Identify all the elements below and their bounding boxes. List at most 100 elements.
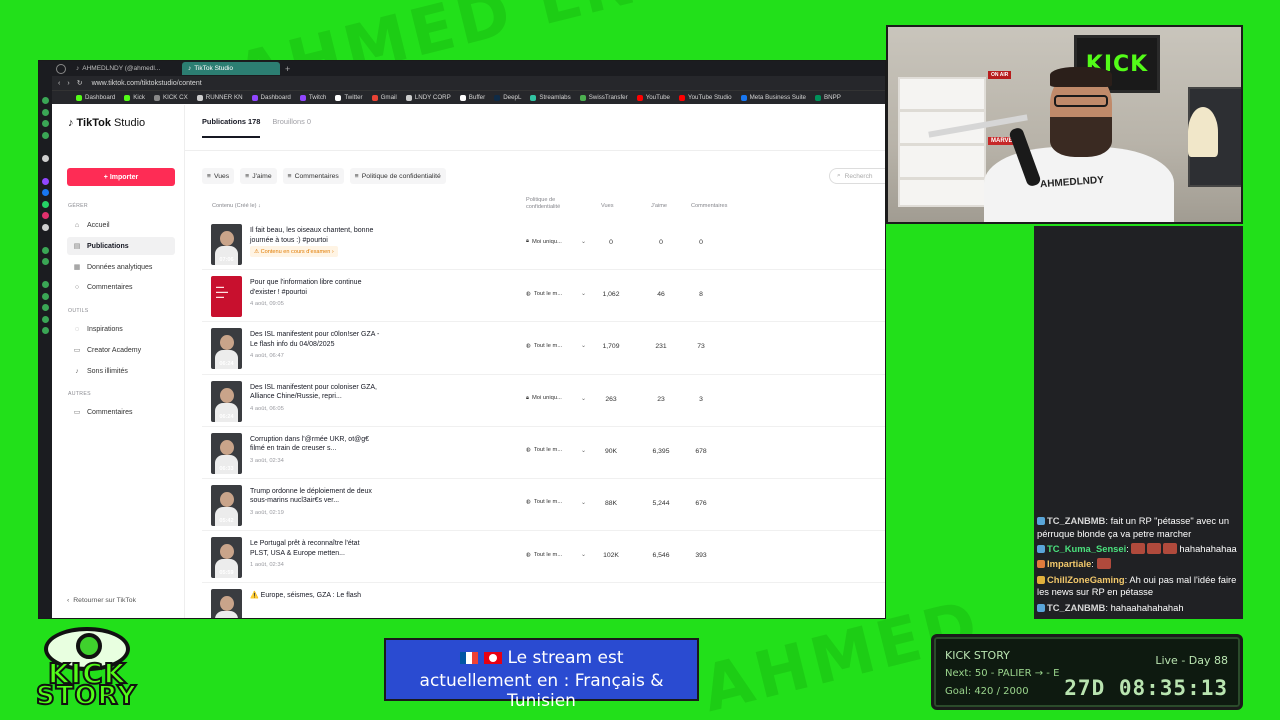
video-thumbnail[interactable]: 06:33 [211,432,242,474]
filter-commentaires[interactable]: ≡ Commentaires [282,168,344,184]
bookmark-item[interactable]: Twitch [299,94,326,101]
review-status-badge[interactable]: ⚠ Contenu en cours d'examen › [250,246,338,257]
video-thumbnail[interactable]: ▬▬ ▬▬▬ ▬▬ [211,276,242,318]
bookmark-item[interactable]: Gmail [371,94,397,101]
table-row[interactable]: ⚠️ Europe, séismes, GZA : Le flash [202,583,885,618]
tab-brouillons[interactable]: Brouillons 0 [272,117,311,138]
back-to-tiktok-link[interactable]: ‹ Retourner sur TikTok [67,597,136,604]
video-title[interactable]: Des ISL manifestent pour c0lon!ser GZA -… [250,330,380,349]
bookmark-item[interactable]: SwissTransfer [579,94,628,101]
app-icon[interactable] [42,258,49,265]
table-row[interactable]: 05:42 Trump ordonne le déploiement de deu… [202,479,885,532]
app-icon[interactable] [42,97,49,104]
new-tab-button[interactable]: + [280,64,295,74]
table-row[interactable]: ▬▬ ▬▬▬ ▬▬ Pour que l'information libre cont… [202,270,885,323]
privacy-select[interactable]: 🔒︎ Moi uniqu... ⌄ [526,238,586,245]
app-icon[interactable] [42,281,49,288]
tab-menu-icon[interactable] [56,63,66,74]
bookmark-item[interactable]: Kick [124,94,145,101]
bookmark-item[interactable]: Dashboard [76,94,115,101]
app-icon[interactable] [42,108,49,116]
search-input[interactable]: ⌕ Recherch [829,168,885,184]
filter-jaime[interactable]: ≡ J'aime [240,168,277,184]
bookmark-item[interactable]: Dashboard [251,94,291,101]
video-thumbnail[interactable]: 05:59 [211,537,242,579]
bookmark-item[interactable]: Buffer [459,94,485,101]
privacy-select[interactable]: 🔒︎ Moi uniqu... ⌄ [526,395,586,402]
bookmark-item[interactable]: KICK CX [153,94,188,101]
bookmark-item[interactable]: RUNNER KN [196,94,243,101]
bookmark-item[interactable]: DeepL [494,94,521,101]
privacy-select[interactable]: ◍ Tout le m... ⌄ [526,290,586,298]
video-title[interactable]: Des ISL manifestent pour coloniser GZA, … [250,383,380,402]
bookmark-item[interactable]: Meta Business Suite [740,94,806,101]
privacy-select[interactable]: ◍ Tout le m... ⌄ [526,551,586,559]
tab-tiktok-studio[interactable]: ♪ TikTok Studio [182,62,280,75]
sidebar-item-publications[interactable]: ▤ Publications [67,237,175,255]
sidebar-item-commentaires-autres[interactable]: ▭ Commentaires [67,403,175,421]
app-icon[interactable] [42,131,49,139]
whatsapp-icon[interactable] [42,200,49,208]
bookmark-item[interactable]: YouTube Studio [679,94,732,101]
history-icon[interactable] [42,304,49,311]
video-thumbnail[interactable]: 06:24 [211,328,242,370]
video-title[interactable]: Le Portugal prêt à reconnaître l'état PL… [250,539,380,558]
tiktok-studio-logo[interactable]: ♪ TikTok Studio [68,117,145,129]
app-icon[interactable] [42,246,49,254]
reload-icon[interactable]: ↻ [77,79,83,87]
table-row[interactable]: 07:06 Il fait beau, les oiseaux chantent,… [202,218,885,271]
app-icon[interactable] [42,120,49,127]
column-likes[interactable]: J'aime [651,203,667,209]
app-icon[interactable] [42,154,49,162]
sidebar-item-sons[interactable]: ♪ Sons illimités [67,362,175,380]
video-thumbnail[interactable]: 05:42 [211,484,242,526]
app-icon[interactable] [42,292,49,300]
bookmark-item[interactable]: Streamlabs [530,94,571,101]
column-views[interactable]: Vues [601,203,614,209]
privacy-select[interactable]: ◍ Tout le m... ⌄ [526,342,586,350]
sidebar-item-commentaires[interactable]: ○ Commentaires [67,278,175,296]
chat-username[interactable]: ChillZoneGaming [1047,574,1125,585]
video-title[interactable]: Trump ordonne le déploiement de deux sou… [250,487,380,506]
table-row[interactable]: 06:24 Des ISL manifestent pour c0lon!ser … [202,322,885,375]
twitch-icon[interactable] [42,177,49,185]
privacy-select[interactable]: ◍ Tout le m... ⌄ [526,447,586,454]
sidebar-item-inspirations[interactable]: ◌ Inspirations [67,320,175,338]
chat-username[interactable]: TC_ZANBMB [1047,602,1105,613]
video-thumbnail[interactable] [211,589,242,618]
tab-ahmedlndy[interactable]: ♪ AHMEDLNDY (@ahmedl... [70,62,182,75]
sidebar-item-analytics[interactable]: ▦ Données analytiques [67,258,175,276]
tab-publications[interactable]: Publications 178 [202,117,261,138]
video-title[interactable]: Il fait beau, les oiseaux chantent, bonn… [250,226,380,245]
sidebar-item-creator-academy[interactable]: ▭ Creator Academy [67,341,175,359]
video-title[interactable]: ⚠️ Europe, séismes, GZA : Le flash [250,591,380,601]
bookmark-item[interactable]: LNDY CORP [405,94,451,101]
chat-username[interactable]: TC_Kuma_Sensei [1047,543,1126,554]
instagram-icon[interactable] [42,212,49,219]
table-row[interactable]: 06:33 Corruption dans l'@rmée UKR, ot@g€ … [202,427,885,479]
video-title[interactable]: Corruption dans l'@rmée UKR, ot@g€ filmé… [250,435,380,454]
table-row[interactable]: 06:24 Des ISL manifestent pour coloniser … [202,375,885,427]
forward-icon[interactable]: › [67,80,69,87]
sidebar-item-accueil[interactable]: ⌂ Accueil [67,216,175,234]
video-title[interactable]: Pour que l'information libre continue d'… [250,278,380,297]
video-thumbnail[interactable]: 06:24 [211,380,242,422]
x-icon[interactable] [42,223,49,231]
chat-username[interactable]: TC_ZANBMB [1047,515,1105,526]
chat-username[interactable]: Impartiale [1047,558,1091,569]
table-row[interactable]: 05:59 Le Portugal prêt à reconnaître l'ét… [202,531,885,584]
filter-confidentialite[interactable]: ≡ Politique de confidentialité [349,168,446,184]
download-icon[interactable] [42,315,49,323]
import-button[interactable]: + Importer [67,168,175,186]
column-content[interactable]: Contenu (Créé le) ↓ [212,203,261,209]
bookmark-item[interactable]: BNPP [815,94,841,101]
bookmark-item[interactable]: Twitter [335,94,363,101]
url-field[interactable]: www.tiktok.com/tiktokstudio/content [92,80,202,87]
column-comments[interactable]: Commentaires [691,203,727,209]
messenger-icon[interactable] [42,189,49,196]
privacy-select[interactable]: ◍ Tout le m... ⌄ [526,499,586,506]
settings-icon[interactable] [42,327,49,334]
bookmark-item[interactable]: YouTube [636,94,670,101]
filter-vues[interactable]: ≡ Vues [202,168,235,184]
video-thumbnail[interactable]: 07:06 [211,224,242,265]
